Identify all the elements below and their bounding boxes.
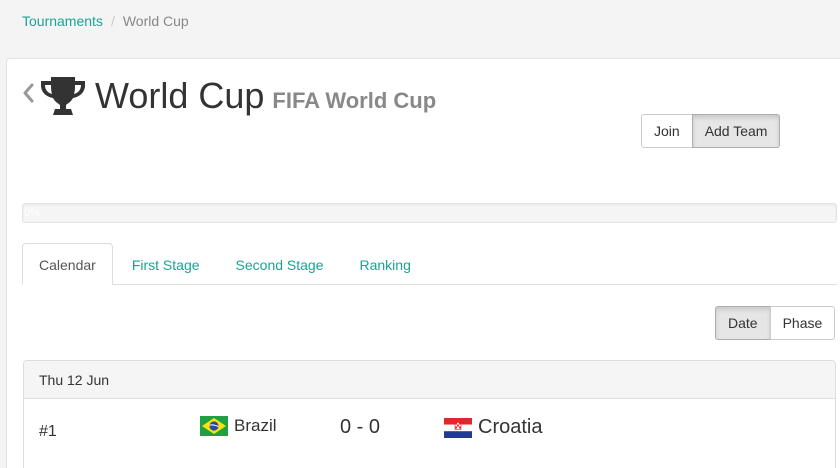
croatia-flag-icon [444,417,472,438]
match-number: #1 [39,423,57,440]
view-by-phase-button[interactable]: Phase [769,306,836,340]
away-team[interactable]: Croatia [444,416,542,439]
breadcrumb-tournaments-link[interactable]: Tournaments [22,13,103,29]
trophy-icon [39,75,87,122]
tab-ranking[interactable]: Ranking [343,243,428,285]
match-row[interactable]: #1 Brazil 0 - 0 Croatia [24,399,835,468]
tab-first-stage[interactable]: First Stage [115,243,217,285]
tab-calendar[interactable]: Calendar [22,243,113,285]
tournament-progress-bar: 0% [22,203,837,223]
match-score: 0 - 0 [340,416,381,438]
calendar-view-toggle: Date Phase [715,306,836,340]
calendar-day-heading: Thu 12 Jun [24,361,835,399]
page-subtitle: FIFA World Cup [272,88,437,113]
add-team-button[interactable]: Add Team [691,114,781,148]
join-button[interactable]: Join [641,114,693,148]
tournament-tabs: Calendar First Stage Second Stage Rankin… [22,243,837,285]
away-team-name: Croatia [478,416,543,438]
tab-second-stage[interactable]: Second Stage [219,243,341,285]
breadcrumb-separator: / [110,13,115,29]
home-team-name: Brazil [234,416,277,435]
page-title: World Cup FIFA World Cup [95,76,436,121]
calendar-day-panel: Thu 12 Jun #1 Brazil 0 - 0 Croatia [23,360,836,468]
progress-label: 0% [24,207,40,219]
breadcrumb: Tournaments / World Cup [22,12,189,30]
page-title-main: World Cup [95,75,265,116]
brazil-flag-icon [200,416,228,436]
tournament-actions: Join Add Team [641,114,781,148]
home-team[interactable]: Brazil [200,416,277,436]
chevron-left-icon[interactable] [22,83,34,108]
breadcrumb-current: World Cup [122,13,189,29]
view-by-date-button[interactable]: Date [715,306,771,340]
